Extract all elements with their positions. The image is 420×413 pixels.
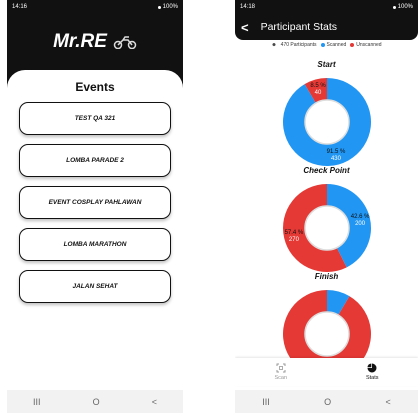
- unscanned-count-label: 40: [314, 90, 321, 96]
- status-time: 14:18: [240, 4, 256, 10]
- donut-hole: [303, 311, 350, 357]
- stat-title: Finish: [314, 272, 339, 281]
- events-screen: 14:16 100% Mr.RE Events TEST QA 321 LOMB…: [7, 0, 183, 413]
- donut-hole: [303, 205, 350, 251]
- event-button[interactable]: TEST QA 321: [19, 102, 171, 135]
- donut-chart: 8.5 %40: [282, 290, 371, 360]
- back-button[interactable]: <: [152, 397, 157, 407]
- status-icons: 100%: [392, 4, 413, 10]
- tab-scan[interactable]: Scan: [274, 363, 287, 381]
- chart-legend: ☻ 470 Participants Scanned Unscanned: [235, 40, 418, 50]
- home-button[interactable]: O: [93, 397, 100, 407]
- unscanned-pct-label: 8.5 %: [310, 83, 326, 89]
- event-button[interactable]: LOMBA MARATHON: [19, 228, 171, 261]
- recents-button[interactable]: III: [262, 397, 270, 407]
- motorcycle-icon: [113, 36, 137, 49]
- system-nav-bar: III O <: [7, 390, 183, 413]
- donut-chart: 57.4 %270 42.6 %200: [282, 184, 371, 272]
- brand-title: Mr.RE: [53, 31, 107, 52]
- unscanned-pct-label: 57.4 %: [284, 230, 303, 236]
- bottom-tab-bar: Scan Stats: [235, 358, 418, 386]
- screenshot-stage: 14:16 100% Mr.RE Events TEST QA 321 LOMB…: [0, 0, 420, 413]
- events-title: Events: [75, 80, 115, 94]
- participants-count: 470 Participants: [280, 42, 317, 48]
- stat-section-checkpoint: Check Point 57.4 % 270 42.6 % 200: [235, 166, 418, 272]
- tab-scan-label: Scan: [274, 375, 288, 381]
- stat-title: Start: [317, 60, 336, 69]
- legend-scanned-swatch: [320, 43, 325, 47]
- event-button[interactable]: JALAN SEHAT: [19, 270, 171, 303]
- legend-unscanned: Unscanned: [350, 42, 382, 48]
- stat-section-finish: Finish 8.5 %40: [235, 272, 418, 360]
- stats-scroll-area[interactable]: Start 8.5 % 40 91.5 % 430 Check Point 57.4 …: [235, 60, 418, 360]
- status-icons: 100%: [157, 4, 178, 10]
- scanned-count-label: 430: [330, 156, 341, 162]
- scanned-pct-label: 91.5 %: [326, 149, 345, 155]
- legend-scanned: Scanned: [320, 42, 347, 48]
- recents-button[interactable]: III: [33, 397, 41, 407]
- tab-stats-label: Stats: [365, 375, 379, 381]
- unscanned-count-label: 270: [288, 237, 299, 243]
- legend-unscanned-label: Unscanned: [356, 42, 382, 48]
- event-button[interactable]: EVENT COSPLAY PAHLAWAN: [19, 186, 171, 219]
- donut-hole: [303, 99, 350, 145]
- battery-text: 100%: [162, 4, 178, 10]
- people-icon: ☻: [271, 42, 277, 48]
- donut-chart: 8.5 %40 91.5 %430: [282, 78, 371, 166]
- brand-header: Mr.RE: [7, 14, 183, 70]
- status-bar: 14:18 100%: [235, 0, 418, 14]
- home-button[interactable]: O: [324, 397, 331, 407]
- page-title: Participant Stats: [260, 21, 338, 33]
- events-panel: Events TEST QA 321 LOMBA PARADE 2 EVENT …: [7, 70, 183, 390]
- stat-title: Check Point: [303, 166, 350, 175]
- qr-scan-icon: [276, 363, 286, 373]
- system-nav-bar: III O <: [235, 390, 418, 413]
- event-button[interactable]: LOMBA PARADE 2: [19, 144, 171, 177]
- scanned-count-label: 200: [355, 221, 366, 227]
- scanned-pct-label: 42.6 %: [350, 214, 369, 220]
- battery-text: 100%: [397, 4, 413, 10]
- status-time: 14:16: [12, 4, 28, 10]
- legend-unscanned-swatch: [350, 43, 355, 47]
- stat-section-start: Start 8.5 % 40 91.5 % 430: [235, 60, 418, 166]
- back-button[interactable]: <: [386, 397, 391, 407]
- back-arrow-icon[interactable]: <: [241, 20, 249, 35]
- notification-icon: [392, 5, 396, 9]
- legend-scanned-label: Scanned: [326, 42, 347, 48]
- tab-stats[interactable]: Stats: [366, 363, 379, 381]
- event-list: TEST QA 321 LOMBA PARADE 2 EVENT COSPLAY…: [7, 102, 183, 303]
- app-bar: < Participant Stats: [235, 14, 418, 40]
- participant-stats-screen: 14:18 100% < Participant Stats ☻ 470 Par…: [235, 0, 418, 413]
- pie-chart-icon: [367, 363, 377, 373]
- status-bar: 14:16 100%: [7, 0, 183, 14]
- notification-icon: [157, 5, 161, 9]
